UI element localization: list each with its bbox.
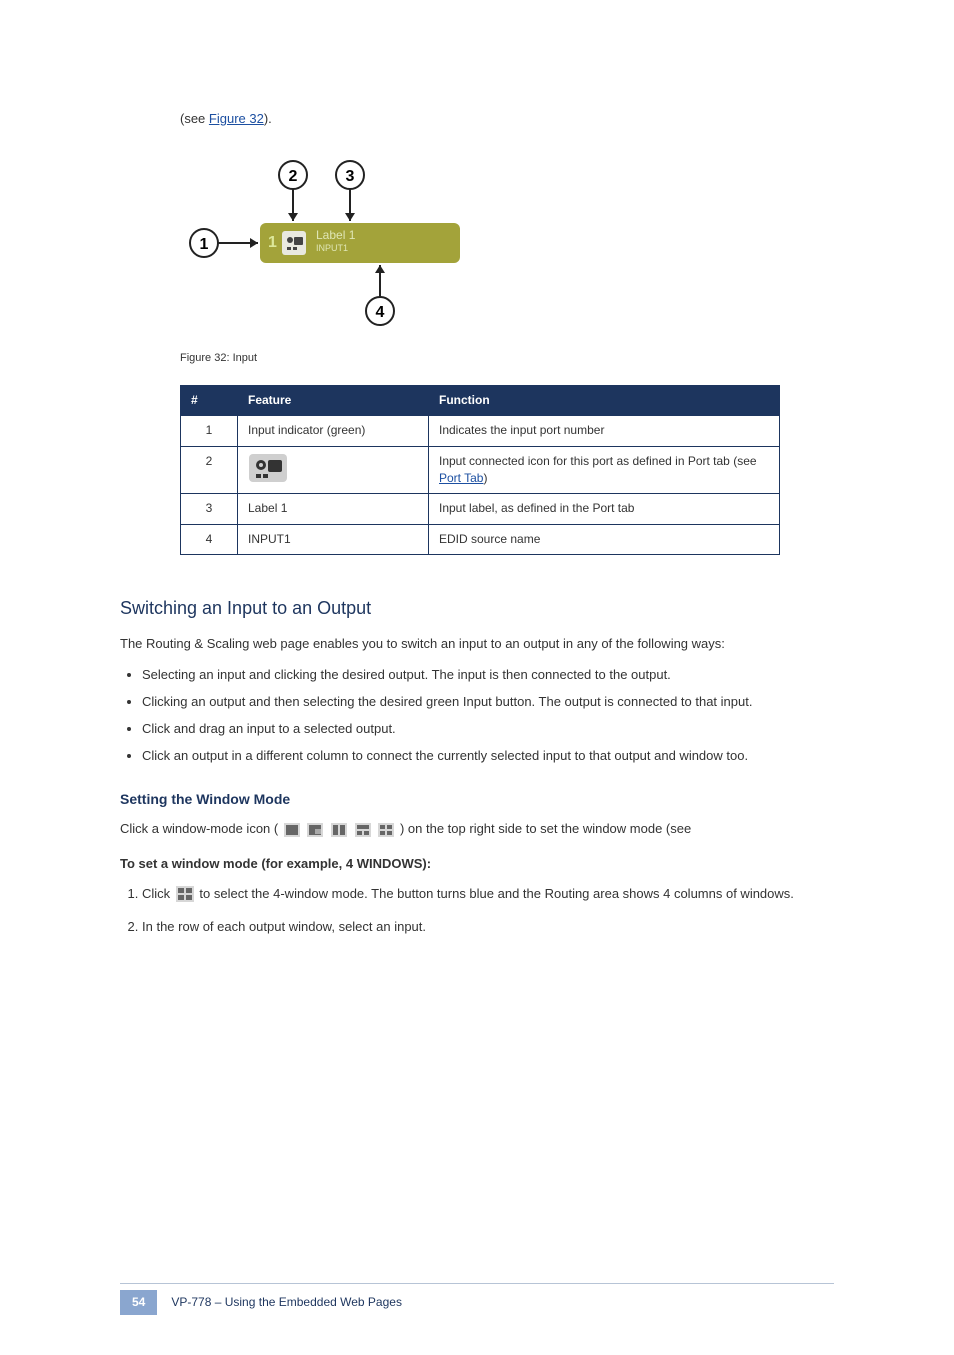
- figure-label-top: Label 1: [316, 228, 356, 242]
- mode-5-icon: [378, 823, 394, 843]
- cell-feature-icon: [238, 446, 429, 494]
- cell-function: EDID source name: [429, 524, 780, 554]
- mode-2-icon: [307, 823, 323, 843]
- callout-2: 2: [289, 168, 298, 185]
- callout-4: 4: [376, 304, 385, 321]
- cell-function: Input connected icon for this port as de…: [429, 446, 780, 494]
- cell-num: 4: [181, 524, 238, 554]
- list-item: Clicking an output and then selecting th…: [142, 693, 834, 712]
- th-num: #: [181, 385, 238, 415]
- list-item: Click and drag an input to a selected ou…: [142, 720, 834, 739]
- step-item: Click to select the 4-window mode. The b…: [142, 885, 834, 908]
- cell-feature: INPUT1: [238, 524, 429, 554]
- cell-num: 3: [181, 494, 238, 524]
- page-footer: 54 VP-778 – Using the Embedded Web Pages: [0, 1276, 954, 1315]
- section-heading: Switching an Input to an Output: [120, 595, 834, 621]
- cell-function: Indicates the input port number: [429, 416, 780, 446]
- figure-label-bottom: INPUT1: [316, 243, 348, 253]
- table-row: 2 Input connected icon for this port as: [181, 446, 780, 494]
- figure-caption: Figure 32: Input: [180, 351, 834, 367]
- subsection-heading: Setting the Window Mode: [120, 789, 834, 809]
- step-item: In the row of each output window, select…: [142, 918, 834, 937]
- table-row: 1 Input indicator (green) Indicates the …: [181, 416, 780, 446]
- table-row: 3 Label 1 Input label, as defined in the…: [181, 494, 780, 524]
- footer-divider: [120, 1283, 834, 1284]
- intro-paragraph: (see Figure 32).: [120, 110, 834, 129]
- mode-4-icon: [355, 823, 371, 843]
- cell-feature: Label 1: [238, 494, 429, 524]
- figure-key-table: # Feature Function 1 Input indicator (gr…: [180, 385, 780, 555]
- cell-num: 1: [181, 416, 238, 446]
- four-window-mode-icon: [176, 886, 194, 908]
- steps-list: Click to select the 4-window mode. The b…: [120, 885, 834, 937]
- section-intro: The Routing & Scaling web page enables y…: [120, 635, 834, 654]
- th-function: Function: [429, 385, 780, 415]
- mode-3-icon: [331, 823, 347, 843]
- subsection-intro: Click a window-mode icon ( ) on the top …: [120, 820, 834, 843]
- port-tab-link[interactable]: Port Tab: [439, 471, 483, 485]
- callout-3: 3: [346, 168, 355, 185]
- camera-icon: [248, 453, 288, 483]
- callout-1: 1: [200, 236, 209, 253]
- figure-32: 1 Label 1 INPUT1 1 2 3: [120, 143, 834, 555]
- list-item: Selecting an input and clicking the desi…: [142, 666, 834, 685]
- table-row: 4 INPUT1 EDID source name: [181, 524, 780, 554]
- steps-leadin: To set a window mode (for example, 4 WIN…: [120, 855, 834, 874]
- page-number-badge: 54: [120, 1290, 157, 1315]
- intro-figure-link[interactable]: Figure 32: [209, 111, 264, 126]
- figure-box-number: 1: [268, 234, 277, 251]
- switching-bullets: Selecting an input and clicking the desi…: [120, 666, 834, 765]
- cell-feature: Input indicator (green): [238, 416, 429, 446]
- cell-function: Input label, as defined in the Port tab: [429, 494, 780, 524]
- cell-num: 2: [181, 446, 238, 494]
- th-feature: Feature: [238, 385, 429, 415]
- list-item: Click an output in a different column to…: [142, 747, 834, 766]
- footer-title: VP-778 – Using the Embedded Web Pages: [171, 1294, 402, 1311]
- mode-1-icon: [284, 823, 300, 843]
- intro-pre: (see: [180, 111, 209, 126]
- intro-post: ).: [264, 111, 272, 126]
